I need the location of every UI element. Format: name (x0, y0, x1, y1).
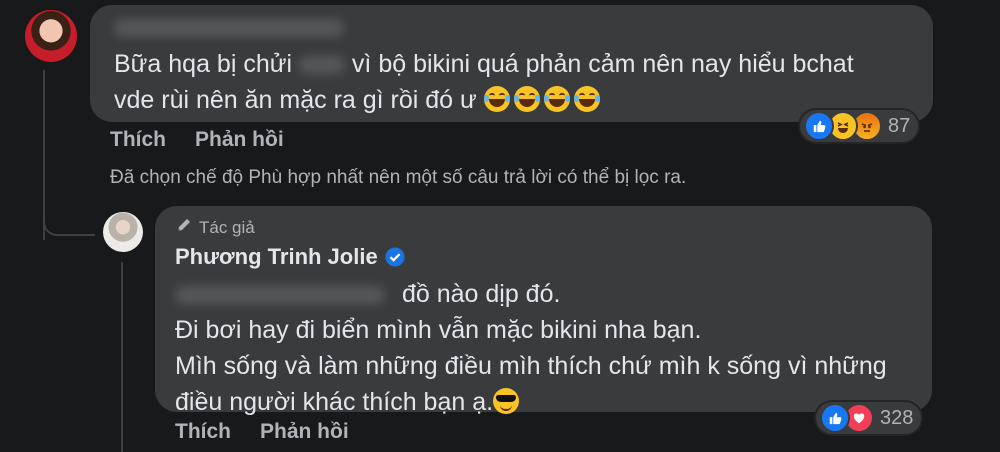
reply-bubble: Tác giả Phương Trinh Jolie đồ nào dịp đó… (155, 206, 932, 416)
comment-text: Bữa hqa bị chửi vì bộ bikini quá phản cả… (114, 46, 914, 118)
reply-reactions[interactable]: 328 (816, 402, 922, 434)
reply-author[interactable]: Phương Trinh Jolie (175, 244, 405, 270)
reply-text: đồ nào dịp đó. Đi bơi hay đi biển mình v… (175, 276, 915, 420)
comment-bubble: Bữa hqa bị chửi vì bộ bikini quá phản cả… (90, 5, 933, 122)
laughing-tears-emoji-icon (513, 86, 540, 112)
blurred-mention (298, 56, 345, 75)
reply-line1: đồ nào dịp đó. (401, 280, 561, 308)
reply-line3: Mìh sống và làm những điều mìh thích chứ… (175, 352, 887, 380)
laughing-tears-emoji-icon (543, 86, 570, 112)
comment-text-part2: vì bộ bikini quá phản cảm nên nay hiểu b… (351, 50, 854, 78)
commenter-name-blurred[interactable] (114, 19, 344, 37)
author-badge: Tác giả (175, 216, 255, 239)
verified-badge-icon (385, 247, 405, 267)
comment-text-part1: Bữa hqa bị chửi (114, 50, 293, 78)
comment-reactions[interactable]: 87 (800, 110, 919, 142)
comment-text-line2: vde rùi nên ăn mặc ra gì rồi đó ư (114, 86, 477, 114)
reply-reply-button[interactable]: Phản hồi (260, 420, 349, 444)
laughing-tears-emoji-icon (483, 86, 510, 112)
author-avatar[interactable] (103, 212, 143, 252)
pencil-icon (175, 216, 193, 239)
like-reaction-icon (804, 111, 834, 141)
like-button[interactable]: Thích (110, 128, 166, 152)
commenter-avatar[interactable] (25, 10, 77, 62)
like-reaction-icon (820, 403, 850, 433)
blurred-mention (175, 286, 385, 305)
filter-notice: Đã chọn chế độ Phù hợp nhất nên một số c… (110, 167, 687, 188)
reply-line4: điều người khác thích bạn ạ. (175, 388, 494, 416)
reply-button[interactable]: Phản hồi (195, 128, 284, 152)
sunglasses-emoji-icon (493, 388, 520, 414)
reply-line2: Đi bơi hay đi biển mình vẫn mặc bikini n… (175, 316, 702, 344)
reply-author-name[interactable]: Phương Trinh Jolie (175, 244, 378, 270)
reaction-count: 87 (888, 114, 911, 137)
thread-connector (43, 200, 95, 236)
thread-line-reply (121, 262, 123, 452)
author-badge-label: Tác giả (199, 217, 255, 237)
laughing-tears-emoji-icon (573, 86, 600, 112)
reply-like-button[interactable]: Thích (175, 420, 231, 444)
reaction-count: 328 (880, 406, 914, 429)
